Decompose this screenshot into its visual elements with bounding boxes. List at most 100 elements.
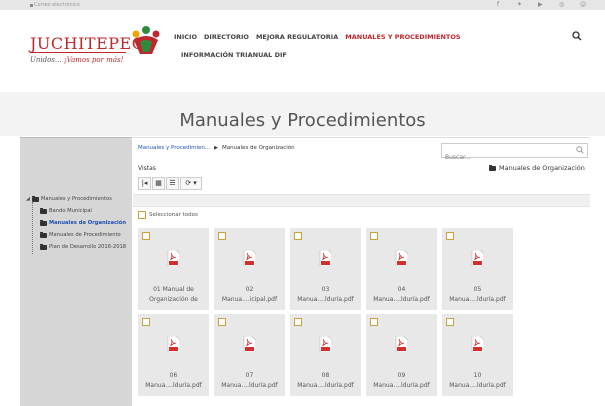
expand-icon[interactable]: ◢ bbox=[26, 196, 30, 202]
logo-figure-icon bbox=[132, 26, 160, 54]
main-nav: INICIO DIRECTORIO MEJORA REGULATORIA MAN… bbox=[174, 30, 461, 59]
panel-strip bbox=[133, 194, 590, 207]
file-tile[interactable]: 04 Manua....lduría.pdf bbox=[366, 228, 437, 310]
file-checkbox[interactable] bbox=[294, 232, 302, 240]
top-bar: Correo electrónico f ✦ ▶ ◎ ☺ bbox=[0, 0, 605, 10]
nav-item-informacion-trianual[interactable]: INFORMACIÓN TRIANUAL DIF bbox=[181, 51, 287, 59]
header-search-icon[interactable] bbox=[572, 31, 582, 41]
list-view-button[interactable]: ☰ bbox=[166, 177, 179, 190]
file-name-line1: 10 bbox=[473, 372, 482, 379]
logo-wordmark: JUCHITEPEC bbox=[30, 34, 145, 53]
tree-connector bbox=[32, 202, 33, 254]
folder-icon bbox=[40, 243, 47, 250]
current-folder: Manuales de Organización bbox=[489, 164, 585, 172]
youtube-icon[interactable]: ▶ bbox=[538, 0, 543, 10]
file-name-line1: 04 bbox=[397, 286, 406, 293]
pdf-file-icon bbox=[471, 336, 484, 352]
file-name-line1: 09 bbox=[397, 372, 406, 379]
file-checkbox[interactable] bbox=[446, 232, 454, 240]
folder-icon bbox=[489, 164, 496, 171]
folder-icon bbox=[31, 195, 39, 202]
facebook-icon[interactable]: f bbox=[497, 0, 499, 10]
file-checkbox[interactable] bbox=[218, 318, 226, 326]
select-all-checkbox[interactable] bbox=[138, 211, 146, 219]
view-toolbar: |◂ ▦ ☰ ⟳ ▾ bbox=[138, 177, 206, 190]
file-name-line1: 08 bbox=[321, 372, 330, 379]
file-checkbox[interactable] bbox=[370, 318, 378, 326]
file-name: 05 Manua....lduría.pdf bbox=[442, 285, 513, 305]
tree-item-bando[interactable]: Bando Municipal bbox=[40, 207, 92, 214]
nav-item-inicio[interactable]: INICIO bbox=[174, 33, 197, 41]
search-box bbox=[441, 143, 588, 163]
folder-icon bbox=[40, 219, 47, 226]
tree-item-label: Plan de Desarrollo 2016-2018 bbox=[49, 244, 127, 250]
file-checkbox[interactable] bbox=[218, 232, 226, 240]
file-checkbox[interactable] bbox=[142, 318, 150, 326]
collapse-tree-button[interactable]: |◂ bbox=[138, 177, 151, 190]
file-name-line2: Manua....lduría.pdf bbox=[373, 382, 430, 389]
tree-root-label: Manuales y Procedimientos bbox=[40, 196, 112, 202]
file-name-line1: 01 Manual de bbox=[153, 286, 194, 293]
file-name-line1: 07 bbox=[245, 372, 254, 379]
file-tile[interactable]: 02 Manua....icipal.pdf bbox=[214, 228, 285, 310]
select-all-label: Seleccionar todos bbox=[149, 212, 198, 218]
file-name-line2: Manua....lduría.pdf bbox=[145, 382, 202, 389]
select-all[interactable]: Seleccionar todos bbox=[138, 211, 198, 219]
breadcrumb-current: Manuales de Organización bbox=[222, 145, 295, 151]
breadcrumb-separator-icon: ▶ bbox=[214, 145, 218, 151]
pdf-file-icon bbox=[471, 250, 484, 266]
file-checkbox[interactable] bbox=[446, 318, 454, 326]
file-tile[interactable]: 10 Manua....lduría.pdf bbox=[442, 314, 513, 396]
breadcrumb: Manuales y Procedimien... ▶ Manuales de … bbox=[138, 145, 295, 151]
grid-view-button[interactable]: ▦ bbox=[152, 177, 165, 190]
mail-icon bbox=[30, 4, 33, 7]
pdf-file-icon bbox=[167, 336, 180, 352]
file-tile[interactable]: 08 Manua....lduría.pdf bbox=[290, 314, 361, 396]
file-name: 07 Manua....lduría.pdf bbox=[214, 371, 285, 391]
nav-item-mejora-regulatoria[interactable]: MEJORA REGULATORIA bbox=[256, 33, 338, 41]
file-checkbox[interactable] bbox=[294, 318, 302, 326]
email-link[interactable]: Correo electrónico bbox=[34, 0, 80, 10]
file-tile[interactable]: 07 Manua....lduría.pdf bbox=[214, 314, 285, 396]
search-input[interactable] bbox=[442, 152, 565, 163]
tree-item-manuales-procedimiento[interactable]: Manuales de Procedimiento bbox=[40, 231, 121, 238]
file-name: 01 Manual de Organización de bbox=[138, 285, 209, 305]
file-name: 06 Manua....lduría.pdf bbox=[138, 371, 209, 391]
pdf-file-icon bbox=[243, 336, 256, 352]
file-tile[interactable]: 06 Manua....lduría.pdf bbox=[138, 314, 209, 396]
file-name-line2: Manua....lduría.pdf bbox=[297, 382, 354, 389]
logo-tagline: Unidos... ¡Vamos por más! bbox=[30, 56, 124, 64]
tree-item-label: Manuales de Organización bbox=[49, 220, 127, 226]
tree-item-plan-desarrollo[interactable]: Plan de Desarrollo 2016-2018 bbox=[40, 243, 127, 250]
tree-item-label: Bando Municipal bbox=[49, 208, 92, 214]
pdf-file-icon bbox=[395, 336, 408, 352]
site-logo[interactable]: JUCHITEPEC Unidos... ¡Vamos por más! bbox=[30, 26, 160, 68]
file-name: 10 Manua....lduría.pdf bbox=[442, 371, 513, 391]
tree-item-manuales-organizacion[interactable]: Manuales de Organización bbox=[40, 219, 127, 226]
breadcrumb-link[interactable]: Manuales y Procedimien... bbox=[138, 145, 210, 151]
search-icon[interactable] bbox=[576, 146, 584, 154]
file-tile[interactable]: 09 Manua....lduría.pdf bbox=[366, 314, 437, 396]
pdf-file-icon bbox=[395, 250, 408, 266]
file-name-line1: 03 bbox=[321, 286, 330, 293]
pdf-file-icon bbox=[167, 250, 180, 266]
instagram-icon[interactable]: ◎ bbox=[559, 0, 564, 10]
file-name-line2: Manua....lduría.pdf bbox=[449, 382, 506, 389]
tree-root[interactable]: ◢ Manuales y Procedimientos bbox=[26, 195, 112, 202]
file-name-line2: Manua....lduría.pdf bbox=[221, 382, 278, 389]
file-checkbox[interactable] bbox=[370, 232, 378, 240]
nav-item-directorio[interactable]: DIRECTORIO bbox=[204, 33, 249, 41]
user-icon[interactable]: ☺ bbox=[580, 0, 586, 10]
pdf-file-icon bbox=[319, 250, 332, 266]
current-folder-label: Manuales de Organización bbox=[499, 164, 585, 172]
file-name-line2: Manua....lduría.pdf bbox=[373, 296, 430, 303]
file-tile[interactable]: 03 Manua....lduría.pdf bbox=[290, 228, 361, 310]
file-tile[interactable]: 05 Manua....lduría.pdf bbox=[442, 228, 513, 310]
file-checkbox[interactable] bbox=[142, 232, 150, 240]
nav-item-manuales[interactable]: MANUALES Y PROCEDIMIENTOS bbox=[345, 33, 460, 41]
twitter-icon[interactable]: ✦ bbox=[517, 0, 522, 10]
file-name: 04 Manua....lduría.pdf bbox=[366, 285, 437, 305]
refresh-dropdown-button[interactable]: ⟳ ▾ bbox=[180, 177, 202, 190]
file-tile[interactable]: 01 Manual de Organización de bbox=[138, 228, 209, 310]
file-name-line1: 06 bbox=[169, 372, 178, 379]
